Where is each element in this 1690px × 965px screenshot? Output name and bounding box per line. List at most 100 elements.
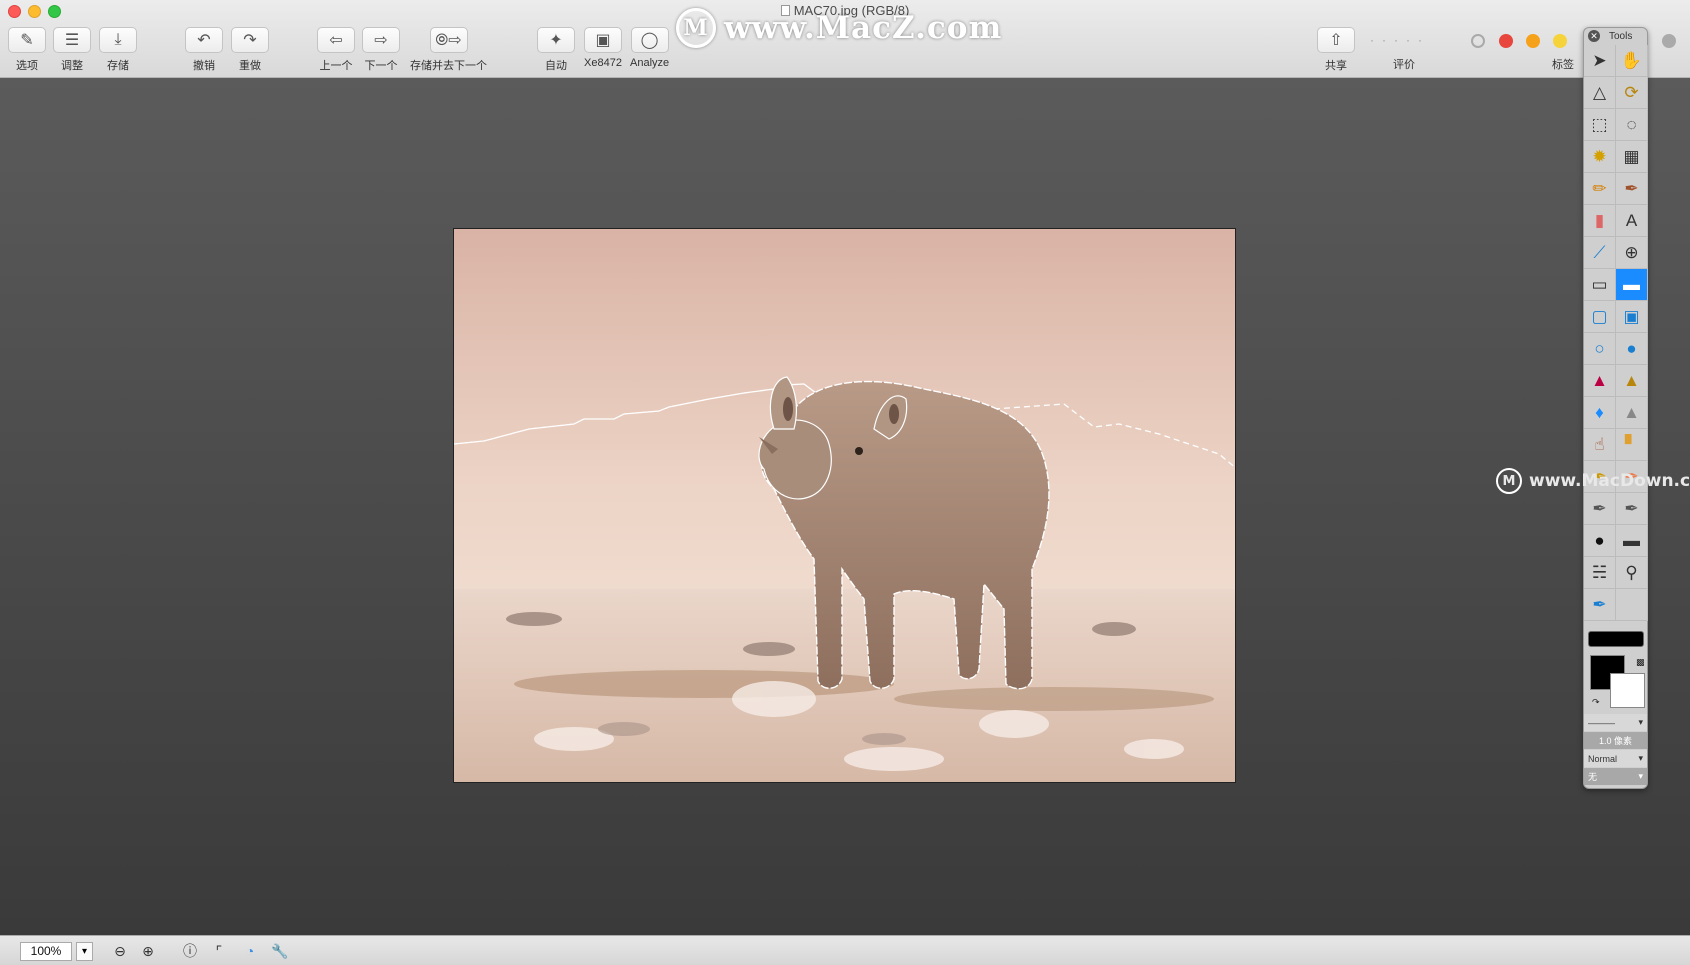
tools-palette: ✕ Tools ➤ ✋ △ ⟳ ⬚ ◌ ✹ ▦ ✏ ✒ ▮ A ⟋ ⊕ ▭ ▬ …	[1583, 27, 1648, 789]
tag-red-button[interactable]	[1499, 34, 1513, 48]
tag-control[interactable]: 标签	[1552, 52, 1574, 72]
rounded-rectangle-icon[interactable]: ▢	[1584, 301, 1616, 333]
zoom-out-icon[interactable]: ⊖	[108, 941, 132, 961]
polygon-lasso-icon[interactable]: △	[1584, 77, 1616, 109]
filled-rounded-rectangle-icon[interactable]: ▣	[1616, 301, 1648, 333]
stroke-width-field[interactable]: 1.0 像素	[1584, 732, 1647, 749]
pencil-icon[interactable]: ✏	[1584, 173, 1616, 205]
zoom-field[interactable]: 100%	[20, 942, 72, 961]
tools-palette-header: ✕ Tools	[1584, 28, 1647, 45]
fill-option-value: 无	[1588, 772, 1598, 782]
watermark-right-text: www.MacDown.com	[1529, 471, 1690, 491]
filled-rectangle-icon[interactable]: ▬	[1616, 269, 1648, 301]
rectangle-icon[interactable]: ▭	[1584, 269, 1616, 301]
rating-dots-icon[interactable]: ·····	[1370, 33, 1430, 47]
previous-label: 上一个	[319, 60, 353, 72]
paint-bucket-icon[interactable]: ▲	[1584, 365, 1616, 397]
filled-ellipse-icon[interactable]: ●	[1616, 333, 1648, 365]
background-color-swatch[interactable]	[1610, 673, 1645, 708]
sharpen-cone-icon[interactable]: ▲	[1616, 397, 1648, 429]
lasso-icon[interactable]: ⟳	[1616, 77, 1648, 109]
reset-colors-icon[interactable]: ↷	[1592, 697, 1600, 708]
wrench-icon[interactable]: 🔧	[268, 941, 292, 961]
text-icon[interactable]: A	[1616, 205, 1648, 237]
brush-icon[interactable]: ✒	[1616, 173, 1648, 205]
previous-button[interactable]: ⇦ 上一个	[317, 27, 355, 73]
blur-drop-icon[interactable]: ♦	[1584, 397, 1616, 429]
rect-marquee-icon[interactable]: ⬚	[1584, 109, 1616, 141]
color-brush-icon[interactable]: ✒	[1616, 493, 1648, 525]
adjust-icon: ☰	[53, 27, 91, 53]
silhouette-icon[interactable]: ●	[1584, 525, 1616, 557]
undo-icon: ↶	[185, 27, 223, 53]
empty-slot	[1616, 589, 1648, 621]
hand-icon[interactable]: ✋	[1616, 45, 1648, 77]
swap-colors-icon[interactable]: ▩	[1636, 657, 1645, 668]
info-icon[interactable]: ⓘ	[178, 941, 202, 961]
magnifier-icon[interactable]: ⚲	[1616, 557, 1648, 589]
tag-yellow-button[interactable]	[1553, 34, 1567, 48]
eyedropper-icon[interactable]: ✒	[1584, 493, 1616, 525]
magic-wand-tool-icon[interactable]: ✹	[1584, 141, 1616, 173]
blend-mode-select[interactable]: Normal ▾	[1584, 750, 1647, 767]
redo-icon: ↷	[231, 27, 269, 53]
ellipse-icon[interactable]: ○	[1584, 333, 1616, 365]
status-bar: 100% ▾ ⊖ ⊕ ⓘ ⌜ ◔ 🔧	[0, 935, 1690, 965]
more-icon[interactable]	[1662, 34, 1676, 48]
watermark-top-text: www.MacZ.com	[724, 10, 1003, 46]
save-button[interactable]: ⤓ 存储	[99, 27, 137, 73]
fill-option-select[interactable]: 无 ▾	[1584, 768, 1647, 785]
share-label: 共享	[1325, 60, 1347, 72]
stroke-preview[interactable]	[1587, 631, 1644, 647]
next-button[interactable]: ⇨ 下一个	[362, 27, 400, 73]
crosshair-icon[interactable]: ⊕	[1616, 237, 1648, 269]
arrow-select-icon[interactable]: ➤	[1584, 45, 1616, 77]
toolbar: MAC70.jpg (RGB/8) ✎ 选项 ☰ 调整 ⤓ 存储 ↶ 撤销 ↷ …	[0, 0, 1690, 78]
chevron-down-icon: ▾	[1638, 753, 1643, 763]
dropper-clear-icon[interactable]: ✒	[1584, 589, 1616, 621]
ellipse-marquee-icon[interactable]: ◌	[1616, 109, 1648, 141]
tag-orange-button[interactable]	[1526, 34, 1540, 48]
auto-button[interactable]: ✦ 自动	[537, 27, 575, 73]
magic-wand-icon: ✦	[537, 27, 575, 53]
share-button[interactable]: ⇧ 共享	[1317, 27, 1355, 73]
zoom-in-icon[interactable]: ⊕	[136, 941, 160, 961]
smudge-finger-icon[interactable]: ☝	[1584, 429, 1616, 461]
auto-label: 自动	[545, 60, 567, 72]
blend-mode-value: Normal	[1588, 753, 1618, 764]
rating-label: 评价	[1393, 59, 1415, 71]
tag-label: 标签	[1552, 59, 1574, 71]
document-image[interactable]	[453, 228, 1236, 783]
analyze-label: Analyze	[630, 57, 670, 69]
options-icon: ✎	[8, 27, 46, 53]
redo-button[interactable]: ↷ 重做	[231, 27, 269, 73]
ruler-icon[interactable]: ▬	[1616, 525, 1648, 557]
eraser-icon[interactable]: ▮	[1584, 205, 1616, 237]
line-icon[interactable]: ⟋	[1584, 237, 1616, 269]
save-and-next-button[interactable]: ⦾⇨ 存储并去下一个	[410, 27, 487, 73]
adjust-button[interactable]: ☰ 调整	[53, 27, 91, 73]
save-icon: ⤓	[99, 27, 137, 53]
close-palette-button[interactable]: ✕	[1588, 30, 1600, 42]
next-icon: ⇨	[362, 27, 400, 53]
stamp-icon[interactable]: ▲	[1616, 365, 1648, 397]
options-button[interactable]: ✎ 选项	[8, 27, 46, 73]
rating-control[interactable]: 评价	[1393, 52, 1415, 72]
undo-button[interactable]: ↶ 撤销	[185, 27, 223, 73]
no-tag-icon[interactable]	[1471, 34, 1485, 48]
xe8472-button[interactable]: ▣ Xe8472	[584, 27, 622, 69]
web-icon[interactable]: ◔	[238, 941, 262, 961]
analyze-button[interactable]: ◯ Analyze	[630, 27, 669, 69]
line-style-select[interactable]: ——— ▾	[1584, 714, 1647, 731]
zoom-menu-button[interactable]: ▾	[76, 942, 93, 961]
chevron-down-icon: ▾	[1638, 771, 1643, 781]
lightbulb-icon: ◯	[630, 27, 669, 53]
spray-icon[interactable]: ☵	[1584, 557, 1616, 589]
checker-icon[interactable]: ▦	[1616, 141, 1648, 173]
crop-icon[interactable]: ⌜	[207, 941, 231, 961]
next-label: 下一个	[364, 60, 398, 72]
macdown-logo-icon: M	[1496, 468, 1522, 494]
save-and-next-icon: ⦾⇨	[429, 27, 468, 53]
save-and-next-label: 存储并去下一个	[410, 60, 487, 72]
bandage-icon[interactable]: ▘	[1616, 429, 1648, 461]
